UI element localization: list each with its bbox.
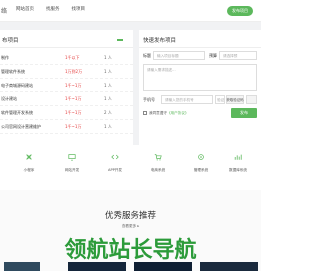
agree-prefix: 我同意遵守 [149,111,167,115]
more-indicator[interactable] [117,39,123,41]
page: 络 网站首页 找服务 找项目 发布项目 布项目 制作 1千以下 1 人 管理软件… [0,0,261,271]
service-thumbnail[interactable] [134,262,192,271]
project-list-title: 布项目 [2,38,19,44]
project-budget: 1千~1万 [65,110,82,116]
app-icon [26,154,32,160]
publish-project-button[interactable]: 发布项目 [227,6,253,16]
code-input[interactable]: 验证 [215,95,225,104]
list-item[interactable]: 公司官网设计营建维护 1千~1万 1 人 [0,120,133,134]
service-thumbnail[interactable] [68,262,126,271]
service-item-ecommerce[interactable]: 电商系统 [138,153,178,173]
service-item-miniprogram[interactable]: 小程序 [9,153,49,173]
submit-button[interactable]: 发布 [231,108,257,118]
project-title[interactable]: 软件管理开发系统 [1,110,33,116]
project-budget: 1千~1万 [65,123,82,129]
description-textarea[interactable]: 请输入需求描述... [143,64,257,91]
code-extra-field[interactable] [246,95,257,104]
project-title[interactable]: 公司官网设计营建维护 [1,124,41,130]
phone-input[interactable]: 请输入您的手机号 [161,95,213,104]
budget-label: 预算 [209,53,217,58]
bid-count: 1 人 [104,55,112,60]
service-item-database[interactable]: 数据库系统 [218,153,258,173]
watermark: 领航站长导航 [64,238,197,263]
project-budget: 1万到2万 [65,68,83,74]
bid-count: 1 人 [104,123,112,129]
list-item[interactable]: 设计建站 1千~1万 1 人 [0,92,133,107]
bid-count: 1 人 [104,82,112,88]
site-logo[interactable]: 络 [1,6,7,15]
quick-publish-title: 快速发布项目 [143,38,177,44]
service-label: 网站开发 [64,168,80,172]
service-label: 小程序 [23,168,35,172]
main-nav: 网站首页 找服务 找项目 [16,6,97,12]
service-item-website[interactable]: 网站开发 [52,153,92,173]
nav-item-home[interactable]: 网站首页 [16,6,34,12]
project-title[interactable]: 管理软件系统 [1,69,25,75]
project-title[interactable]: 制作 [1,55,9,61]
project-list-panel: 布项目 制作 1千以下 1 人 管理软件系统 1万到2万 1 人 电子商城源码建… [0,30,133,145]
project-list: 制作 1千以下 1 人 管理软件系统 1万到2万 1 人 电子商城源码建站 1千… [0,51,133,134]
service-label: 管理系统 [193,168,209,172]
code-icon [111,154,119,160]
service-item-management[interactable]: 管理系统 [181,153,221,173]
project-title[interactable]: 电子商城源码建站 [1,83,33,89]
phone-label: 手机号 [143,97,155,102]
user-agreement-link[interactable]: 《用户协议》 [167,111,189,115]
site-header: 络 网站首页 找服务 找项目 发布项目 [0,0,261,22]
bid-count: 2 人 [104,110,112,116]
showcase-section: 优秀服务推荐 查看更多 ▸ 领航站长导航 [0,190,261,271]
monitor-icon [68,154,76,161]
service-item-app[interactable]: APP开发 [95,153,135,173]
chart-icon [234,154,242,160]
title-input[interactable]: 输入项目标题 [153,51,205,60]
service-label: 数据库系统 [229,168,247,172]
agree-checkbox[interactable] [143,111,147,115]
bid-count: 1 人 [104,96,112,102]
service-categories: 小程序 网站开发 APP开发 电商系统 管理系统 数据库系统 [0,147,261,190]
nav-item-projects[interactable]: 找项目 [72,6,86,12]
service-label: APP开发 [108,168,122,172]
list-item[interactable]: 电子商城源码建站 1千~1万 1 人 [0,79,133,93]
title-label: 标题 [143,53,151,58]
project-budget: 1千以下 [65,55,80,60]
project-budget: 1千~1万 [65,82,82,88]
quick-publish-panel: 快速发布项目 标题 输入项目标题 预算 请选择预 请输入需求描述... 手机号 … [139,30,261,145]
cart-icon [154,154,162,161]
get-code-button[interactable]: 获取验证码 [226,95,244,104]
view-more-link[interactable]: 查看更多 ▸ [0,224,261,229]
service-thumbnail[interactable] [200,262,258,271]
agree-text: 我同意遵守《用户协议》 [149,111,189,116]
settings-icon [198,154,204,160]
bid-count: 1 人 [104,68,112,74]
project-budget: 1千~1万 [65,96,82,102]
list-item[interactable]: 制作 1千以下 1 人 [0,51,133,65]
nav-item-services[interactable]: 找服务 [46,6,60,12]
divider [139,47,261,48]
list-item[interactable]: 管理软件系统 1万到2万 1 人 [0,65,133,79]
project-title[interactable]: 设计建站 [1,96,17,102]
list-item[interactable]: 软件管理开发系统 1千~1万 2 人 [0,106,133,120]
showcase-title: 优秀服务推荐 [104,211,156,221]
service-thumbnail[interactable] [4,262,40,271]
budget-select[interactable]: 请选择预 [219,51,257,60]
service-label: 电商系统 [150,168,166,172]
divider [0,47,133,48]
